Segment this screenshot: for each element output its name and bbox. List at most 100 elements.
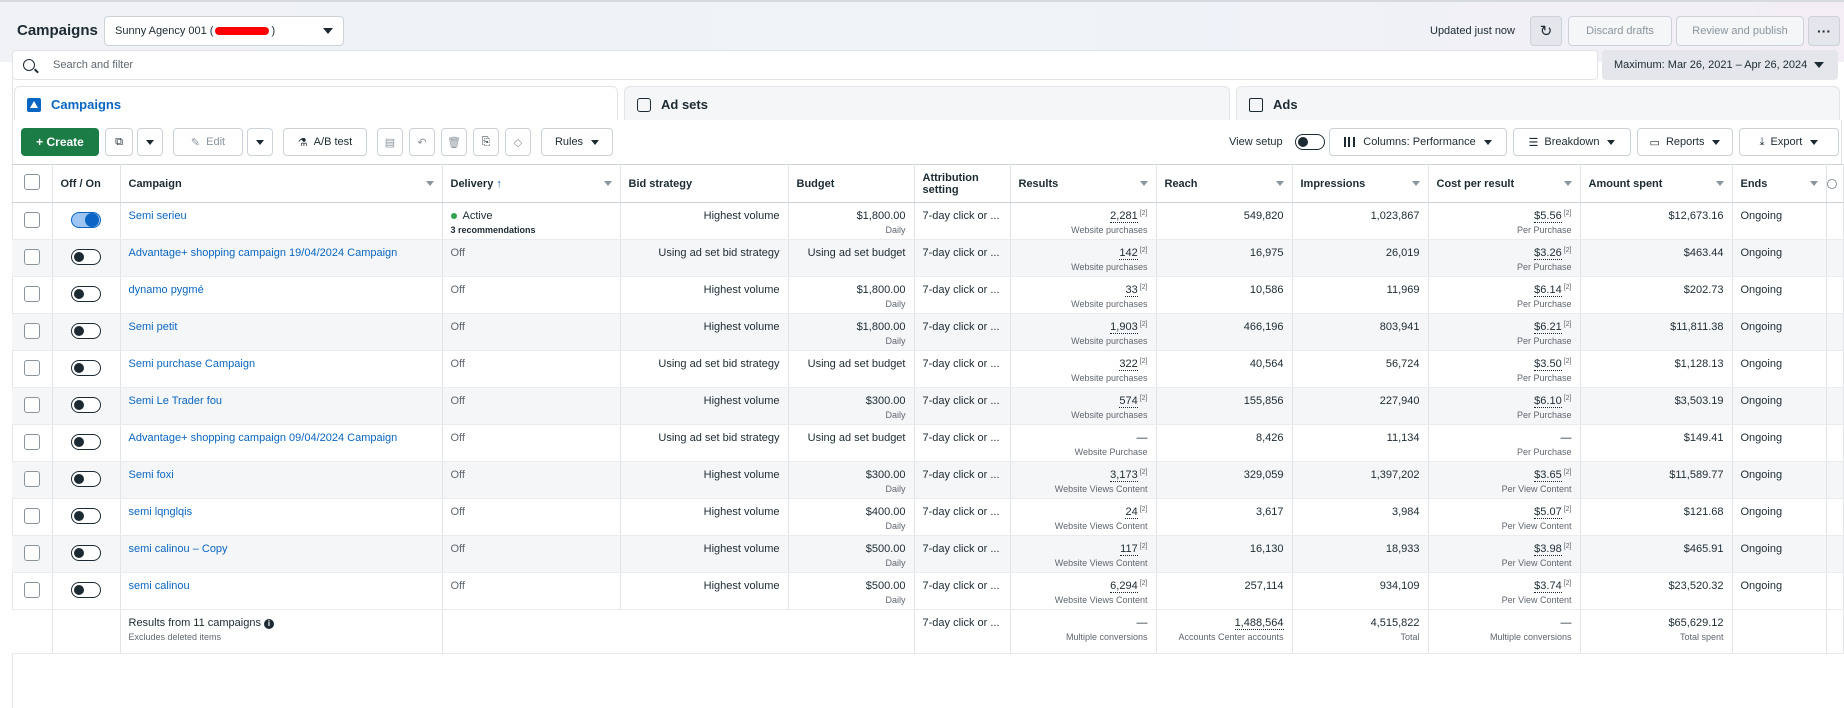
campaign-name-link[interactable]: Semi petit [129, 321, 178, 333]
col-ends[interactable]: Ends [1732, 164, 1827, 203]
col-cost-per-result[interactable]: Cost per result [1428, 164, 1581, 203]
view-setup-toggle[interactable] [1295, 134, 1325, 150]
campaign-name-link[interactable]: Semi foxi [129, 469, 174, 481]
cost-per-result-cell: $3.65 [2] Per View Content [1428, 461, 1581, 499]
campaign-on-off-toggle[interactable] [71, 470, 101, 487]
refresh-button[interactable]: ↻ [1530, 16, 1562, 46]
review-publish-button[interactable]: Review and publish [1676, 16, 1804, 46]
campaign-on-off-toggle[interactable] [71, 359, 101, 376]
col-delivery[interactable]: Delivery ↑ [442, 164, 621, 203]
col-reach[interactable]: Reach [1156, 164, 1293, 203]
preview-button[interactable]: ⎘ [473, 128, 499, 156]
campaign-on-off-toggle[interactable] [71, 544, 101, 561]
recommendations-link[interactable]: 3 recommendations [451, 225, 612, 235]
edit-button[interactable]: ✎ Edit [173, 128, 243, 156]
campaign-on-off-toggle[interactable] [71, 322, 101, 339]
col-settings[interactable] [1826, 164, 1844, 203]
rules-button[interactable]: Rules [541, 128, 613, 156]
col-impressions[interactable]: Impressions [1292, 164, 1429, 203]
col-amount-spent[interactable]: Amount spent [1580, 164, 1733, 203]
row-checkbox[interactable] [23, 433, 40, 450]
campaign-name-link[interactable]: Semi Le Trader fou [129, 395, 223, 407]
campaign-on-off-toggle[interactable] [71, 581, 101, 598]
row-checkbox[interactable] [23, 581, 40, 598]
attribution-cell: 7-day click or ... [914, 535, 1011, 573]
campaign-name-link[interactable]: semi calinou [129, 580, 190, 592]
table-row[interactable]: Advantage+ shopping campaign 19/04/2024 … [12, 239, 1844, 277]
table-row[interactable]: Semi foxi Off Highest volume $300.00 Dail… [12, 461, 1844, 499]
row-checkbox[interactable] [23, 322, 40, 339]
tab-ad-sets[interactable]: Ad sets [624, 86, 1230, 122]
campaign-name-link[interactable]: Semi purchase Campaign [129, 358, 256, 370]
row-checkbox[interactable] [23, 211, 40, 228]
sort-ascending-icon: ↑ [496, 177, 502, 190]
col-results[interactable]: Results [1010, 164, 1157, 203]
results-value: 24 [1125, 506, 1138, 519]
campaign-on-off-toggle[interactable] [71, 507, 101, 524]
tab-campaigns[interactable]: Campaigns [14, 86, 618, 122]
campaign-name-link[interactable]: Semi serieu [129, 210, 187, 222]
delivery-status: Off [450, 395, 465, 407]
budget-value: $1,800.00 [856, 284, 906, 296]
row-checkbox[interactable] [23, 544, 40, 561]
table-row[interactable]: Semi Le Trader fou Off Highest volume $3… [12, 387, 1844, 425]
budget-period: Daily [885, 225, 906, 235]
tab-ads[interactable]: Ads [1236, 86, 1840, 122]
breakdown-button[interactable]: ☰ Breakdown [1513, 128, 1631, 156]
export-button[interactable]: ⤓ Export [1739, 128, 1839, 156]
chevron-down-icon [1715, 181, 1724, 186]
campaign-on-off-toggle[interactable] [71, 396, 101, 413]
table-row[interactable]: semi calinou Off Highest volume $500.00 D… [12, 572, 1844, 610]
bid-strategy-cell: Highest volume [620, 572, 789, 610]
table-row[interactable]: Semi petit Off Highest volume $1,800.00 D… [12, 313, 1844, 351]
campaign-name-link[interactable]: dynamo pygmé [129, 284, 204, 296]
table-row[interactable]: Semi purchase Campaign Off Using ad set … [12, 350, 1844, 388]
col-bid-strategy[interactable]: Bid strategy [620, 164, 789, 203]
more-options-button[interactable]: ··· [1808, 16, 1840, 46]
campaign-name-link[interactable]: Advantage+ shopping campaign 09/04/2024 … [129, 432, 398, 444]
row-checkbox[interactable] [23, 248, 40, 265]
campaign-on-off-toggle[interactable] [71, 433, 101, 450]
clipboard-button[interactable]: ▤ [377, 128, 403, 156]
ab-test-button[interactable]: ⚗ A/B test [283, 128, 367, 156]
campaign-on-off-toggle[interactable] [71, 211, 101, 228]
table-row[interactable]: Semi serieu Active 3 recommendations High… [12, 202, 1844, 240]
campaign-name-link[interactable]: semi lqnglqis [129, 506, 193, 518]
table-row[interactable]: dynamo pygmé Off Highest volume $1,800.0… [12, 276, 1844, 314]
row-checkbox[interactable] [23, 396, 40, 413]
reports-button[interactable]: ▭ Reports [1637, 128, 1733, 156]
undo-button[interactable]: ↶ [409, 128, 435, 156]
row-checkbox[interactable] [23, 359, 40, 376]
info-icon[interactable]: i [263, 619, 274, 629]
date-range-picker[interactable]: Maximum: Mar 26, 2021 – Apr 26, 2024 [1602, 50, 1838, 80]
row-checkbox[interactable] [23, 470, 40, 487]
row-checkbox[interactable] [23, 285, 40, 302]
table-row[interactable]: semi lqnglqis Off Highest volume $400.00… [12, 498, 1844, 536]
tag-button[interactable]: ◇ [505, 128, 531, 156]
search-bar[interactable] [12, 50, 1598, 80]
discard-drafts-button[interactable]: Discard drafts [1568, 16, 1672, 46]
cpr-value: $5.07 [1534, 506, 1562, 519]
campaign-on-off-toggle[interactable] [71, 285, 101, 302]
table-row[interactable]: semi calinou – Copy Off Highest volume $… [12, 535, 1844, 573]
budget-period: Daily [885, 484, 906, 494]
columns-button[interactable]: Columns: Performance [1329, 128, 1507, 156]
results-type: Website Views Content [1054, 558, 1148, 568]
campaign-name-link[interactable]: Advantage+ shopping campaign 19/04/2024 … [129, 247, 398, 259]
search-input[interactable] [53, 59, 1353, 71]
create-button[interactable]: + Create [21, 128, 99, 156]
table-row[interactable]: Advantage+ shopping campaign 09/04/2024 … [12, 424, 1844, 462]
col-campaign[interactable]: Campaign [120, 164, 443, 203]
row-checkbox[interactable] [23, 507, 40, 524]
duplicate-button[interactable]: ⧉ [105, 128, 133, 156]
col-attribution[interactable]: Attribution setting [914, 164, 1011, 203]
select-all-checkbox[interactable] [23, 174, 40, 190]
attribution-cell: 7-day click or ... [914, 350, 1011, 388]
campaign-on-off-toggle[interactable] [71, 248, 101, 265]
duplicate-menu-button[interactable] [137, 128, 163, 156]
delete-button[interactable]: 🗑 [441, 128, 467, 156]
col-budget[interactable]: Budget [788, 164, 915, 203]
edit-menu-button[interactable] [247, 128, 273, 156]
campaign-name-link[interactable]: semi calinou – Copy [129, 543, 228, 555]
account-selector[interactable]: Sunny Agency 001 ( ) [104, 16, 344, 46]
